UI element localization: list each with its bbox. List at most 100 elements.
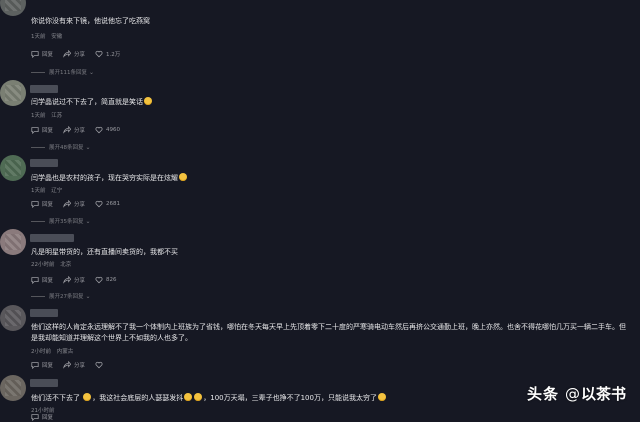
divider: [31, 146, 45, 148]
reply-label: 回复: [42, 202, 54, 208]
comment-meta: 1天前 江苏: [31, 111, 66, 119]
comment-actions: 回复 分享 826: [31, 275, 127, 285]
comment-location: 江苏: [51, 113, 63, 119]
laughing-emoji-icon: [184, 393, 193, 401]
chevron-down-icon: ⌄: [85, 217, 91, 225]
share-button[interactable]: 分享: [63, 361, 85, 369]
heart-icon: [95, 361, 103, 369]
comment-location: 内蒙古: [56, 349, 74, 355]
share-arrow-icon: [63, 276, 72, 284]
comment-text-part: 他们活不下去了: [31, 394, 80, 402]
watermark-author: 以茶书: [580, 385, 626, 403]
like-count: 1.2万: [106, 52, 121, 58]
comment-text: 他们这样的人肯定永远理解不了我一个体制内上班族为了省钱，哪怕在冬天每天早上先顶着…: [31, 323, 626, 342]
like-button[interactable]: 4960: [95, 126, 120, 134]
reply-button[interactable]: 回复: [31, 413, 53, 421]
comment-feed: 你说你没有来下镜，他说他忘了吃燕窝 1天前 安徽 回复 分享 1.2万 展开11…: [0, 0, 640, 421]
like-button[interactable]: 1.2万: [95, 50, 120, 58]
chat-bubble-icon: [31, 201, 39, 208]
like-button[interactable]: 2681: [95, 200, 120, 208]
username[interactable]: [30, 85, 58, 93]
chat-bubble-icon: [31, 362, 39, 369]
expand-replies-label: 展开111条回复: [49, 70, 87, 76]
expand-replies-label: 展开35条回复: [49, 219, 84, 225]
comment-time: 2小时前: [31, 349, 51, 355]
chat-bubble-icon: [31, 414, 39, 421]
avatar[interactable]: [0, 80, 26, 106]
comment-text-part: ，100万天塌，三辈子也挣不了100万，只能说我太穷了: [203, 394, 377, 402]
expand-replies-button[interactable]: 展开48条回复 ⌄: [31, 143, 91, 151]
reply-button[interactable]: 回复: [31, 200, 53, 208]
username[interactable]: [30, 159, 58, 167]
chat-bubble-icon: [31, 127, 39, 134]
avatar[interactable]: [0, 305, 26, 331]
comment-meta: 1天前 辽宁: [31, 186, 66, 194]
comment-actions: 回复 分享 1.2万: [31, 49, 130, 59]
divider: [31, 295, 45, 297]
laughing-emoji-icon: [179, 173, 187, 181]
share-button[interactable]: 分享: [63, 126, 85, 134]
share-label: 分享: [74, 128, 86, 134]
chat-bubble-icon: [31, 51, 39, 58]
expand-replies-button[interactable]: 展开35条回复 ⌄: [31, 217, 91, 225]
comment-meta: 22小时前 北京: [31, 260, 75, 268]
comment-text: 你说你没有来下镜，他说他忘了吃燕窝: [31, 17, 150, 25]
reply-button[interactable]: 回复: [31, 126, 53, 134]
share-label: 分享: [74, 52, 86, 58]
reply-label: 回复: [42, 128, 54, 134]
comment-actions: 回复 分享 2681: [31, 199, 130, 209]
like-button[interactable]: [95, 361, 106, 369]
comment-time: 22小时前: [31, 262, 55, 268]
comment-actions: 回复: [31, 412, 63, 422]
share-button[interactable]: 分享: [63, 200, 85, 208]
avatar[interactable]: [0, 0, 26, 16]
watermark-at: @: [564, 384, 580, 403]
comment-text: 闫学晶也是农村的孩子，现在哭穷实际是在炫耀: [31, 173, 604, 184]
avatar[interactable]: [0, 229, 26, 255]
username[interactable]: [30, 234, 74, 242]
like-count: 4960: [106, 127, 121, 133]
comment-meta: 1天前 安徽: [31, 32, 66, 40]
reply-button[interactable]: 回复: [31, 276, 53, 284]
username[interactable]: [30, 309, 58, 317]
laughing-emoji-icon: [144, 97, 152, 105]
comment-location: 辽宁: [51, 188, 63, 194]
share-label: 分享: [74, 363, 86, 369]
share-button[interactable]: 分享: [63, 50, 85, 58]
chat-bubble-icon: [31, 277, 39, 284]
share-label: 分享: [74, 278, 86, 284]
reply-button[interactable]: 回复: [31, 50, 53, 58]
laughing-emoji-icon: [194, 393, 203, 401]
reply-label: 回复: [42, 363, 54, 369]
username[interactable]: [30, 379, 58, 387]
watermark-brand: 头条: [526, 385, 559, 403]
reply-button[interactable]: 回复: [31, 361, 53, 369]
avatar[interactable]: [0, 155, 26, 181]
comment-time: 1天前: [31, 34, 46, 40]
expand-replies-button[interactable]: 展开111条回复 ⌄: [31, 68, 94, 76]
comment-meta: 2小时前 内蒙古: [31, 347, 77, 355]
comment-location: 安徽: [51, 34, 63, 40]
comment-text: 他们活不下去了 ，我这社会底层的人瑟瑟发抖 ，100万天塌，三辈子也挣不了100万…: [31, 393, 480, 404]
laughing-emoji-icon: [83, 393, 92, 401]
share-arrow-icon: [63, 126, 72, 134]
comment-actions: 回复 分享 4960: [31, 125, 130, 135]
like-button[interactable]: 826: [95, 276, 117, 284]
comment-time: 1天前: [31, 113, 46, 119]
toutiao-watermark: 头条 @ 以茶书: [527, 383, 626, 404]
expand-replies-button[interactable]: 展开27条回复 ⌄: [31, 292, 91, 300]
comment-actions: 回复 分享: [31, 360, 116, 370]
share-button[interactable]: 分享: [63, 276, 85, 284]
comment-time: 1天前: [31, 188, 46, 194]
chevron-down-icon: ⌄: [89, 68, 95, 76]
reply-label: 回复: [42, 52, 54, 58]
divider: [31, 220, 45, 222]
heart-icon: [95, 126, 103, 134]
chevron-down-icon: ⌄: [85, 292, 91, 300]
share-label: 分享: [74, 202, 86, 208]
comment-location: 北京: [60, 262, 72, 268]
avatar[interactable]: [0, 375, 26, 401]
comment-text: 凡是明星带货的，还有直播间卖货的，我都不买: [31, 248, 178, 256]
share-arrow-icon: [63, 361, 72, 369]
share-arrow-icon: [63, 50, 72, 58]
